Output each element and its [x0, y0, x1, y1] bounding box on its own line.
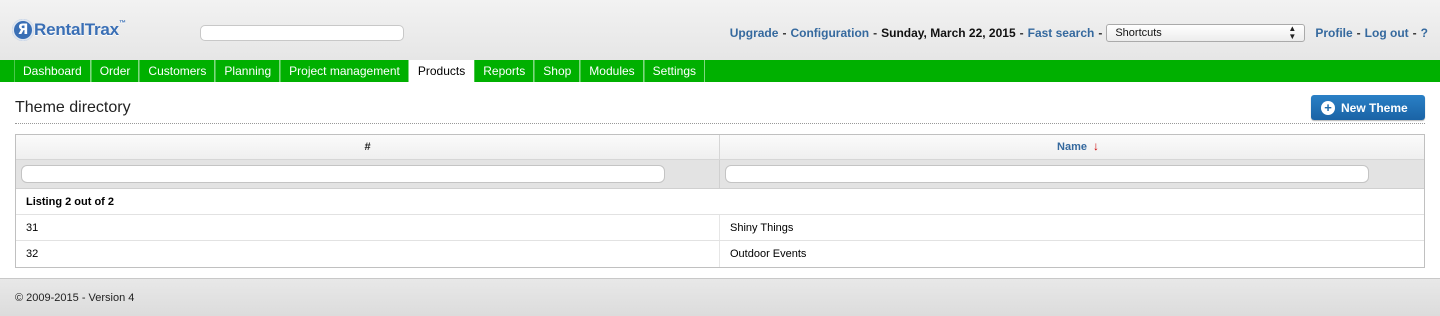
filter-cell-id — [16, 160, 720, 188]
listing-count: Listing 2 out of 2 — [16, 189, 1424, 215]
main-nav: Dashboard Order Customers Planning Proje… — [0, 60, 1440, 82]
help-link[interactable]: ? — [1421, 26, 1428, 40]
tab-products[interactable]: Products — [408, 60, 475, 82]
tab-customers[interactable]: Customers — [139, 60, 216, 82]
tab-settings[interactable]: Settings — [643, 60, 706, 82]
global-search-input[interactable] — [200, 25, 404, 41]
fast-search-link[interactable]: Fast search — [1028, 26, 1095, 40]
table-header: # Name ↓ — [16, 135, 1424, 160]
title-divider — [15, 123, 1425, 124]
cell-id: 31 — [16, 215, 720, 240]
upgrade-link[interactable]: Upgrade — [730, 26, 779, 40]
trademark: ™ — [118, 20, 126, 27]
tab-modules[interactable]: Modules — [580, 60, 644, 82]
plus-circle-icon: + — [1321, 100, 1335, 115]
tab-order[interactable]: Order — [90, 60, 140, 82]
column-header-name[interactable]: Name ↓ — [720, 135, 1424, 159]
tab-reports[interactable]: Reports — [474, 60, 535, 82]
cell-id: 32 — [16, 241, 720, 267]
profile-link[interactable]: Profile — [1315, 26, 1352, 40]
shortcuts-select[interactable]: Shortcuts ▲ ▼ — [1106, 24, 1306, 42]
filter-id-input[interactable] — [21, 165, 665, 183]
separator: - — [873, 26, 878, 40]
filter-cell-name — [720, 160, 1424, 188]
logo[interactable]: Я RentalTrax™ — [12, 18, 126, 42]
current-date: Sunday, March 22, 2015 — [881, 26, 1016, 40]
sort-desc-icon: ↓ — [1093, 139, 1099, 153]
tab-dashboard[interactable]: Dashboard — [14, 60, 91, 82]
top-links: Upgrade - Configuration - Sunday, March … — [730, 24, 1440, 42]
brand-name: RentalTrax™ — [34, 20, 126, 39]
cell-name: Outdoor Events — [730, 248, 807, 260]
logo-icon: Я — [12, 19, 34, 41]
separator: - — [1098, 26, 1103, 40]
filter-name-input[interactable] — [725, 165, 1369, 183]
column-header-name-label: Name — [1057, 141, 1087, 153]
configuration-link[interactable]: Configuration — [790, 26, 869, 40]
page-title: Theme directory — [15, 99, 131, 116]
new-theme-label: New Theme — [1341, 100, 1408, 115]
tab-planning[interactable]: Planning — [215, 60, 281, 82]
table-row[interactable]: 32 Outdoor Events — [16, 241, 1424, 267]
separator: - — [1412, 26, 1417, 40]
header: Я RentalTrax™ Upgrade - Configuration - … — [0, 0, 1440, 60]
new-theme-button[interactable]: + New Theme — [1311, 95, 1425, 120]
copyright-text: © 2009-2015 - Version 4 — [15, 291, 135, 304]
tab-shop[interactable]: Shop — [534, 60, 581, 82]
separator: - — [1019, 26, 1024, 40]
separator: - — [782, 26, 787, 40]
select-arrows-icon: ▲ ▼ — [1288, 24, 1297, 41]
logout-link[interactable]: Log out — [1365, 26, 1409, 40]
shortcuts-selected-value: Shortcuts — [1115, 27, 1162, 39]
tab-project-management[interactable]: Project management — [280, 60, 409, 82]
column-header-id[interactable]: # — [16, 135, 720, 159]
table-row[interactable]: 31 Shiny Things — [16, 215, 1424, 241]
cell-name: Shiny Things — [730, 221, 794, 234]
footer: © 2009-2015 - Version 4 — [0, 278, 1440, 316]
separator: - — [1356, 26, 1361, 40]
theme-table: # Name ↓ Listing 2 out of 2 31 Shiny Thi… — [15, 134, 1425, 268]
filter-row — [16, 160, 1424, 189]
